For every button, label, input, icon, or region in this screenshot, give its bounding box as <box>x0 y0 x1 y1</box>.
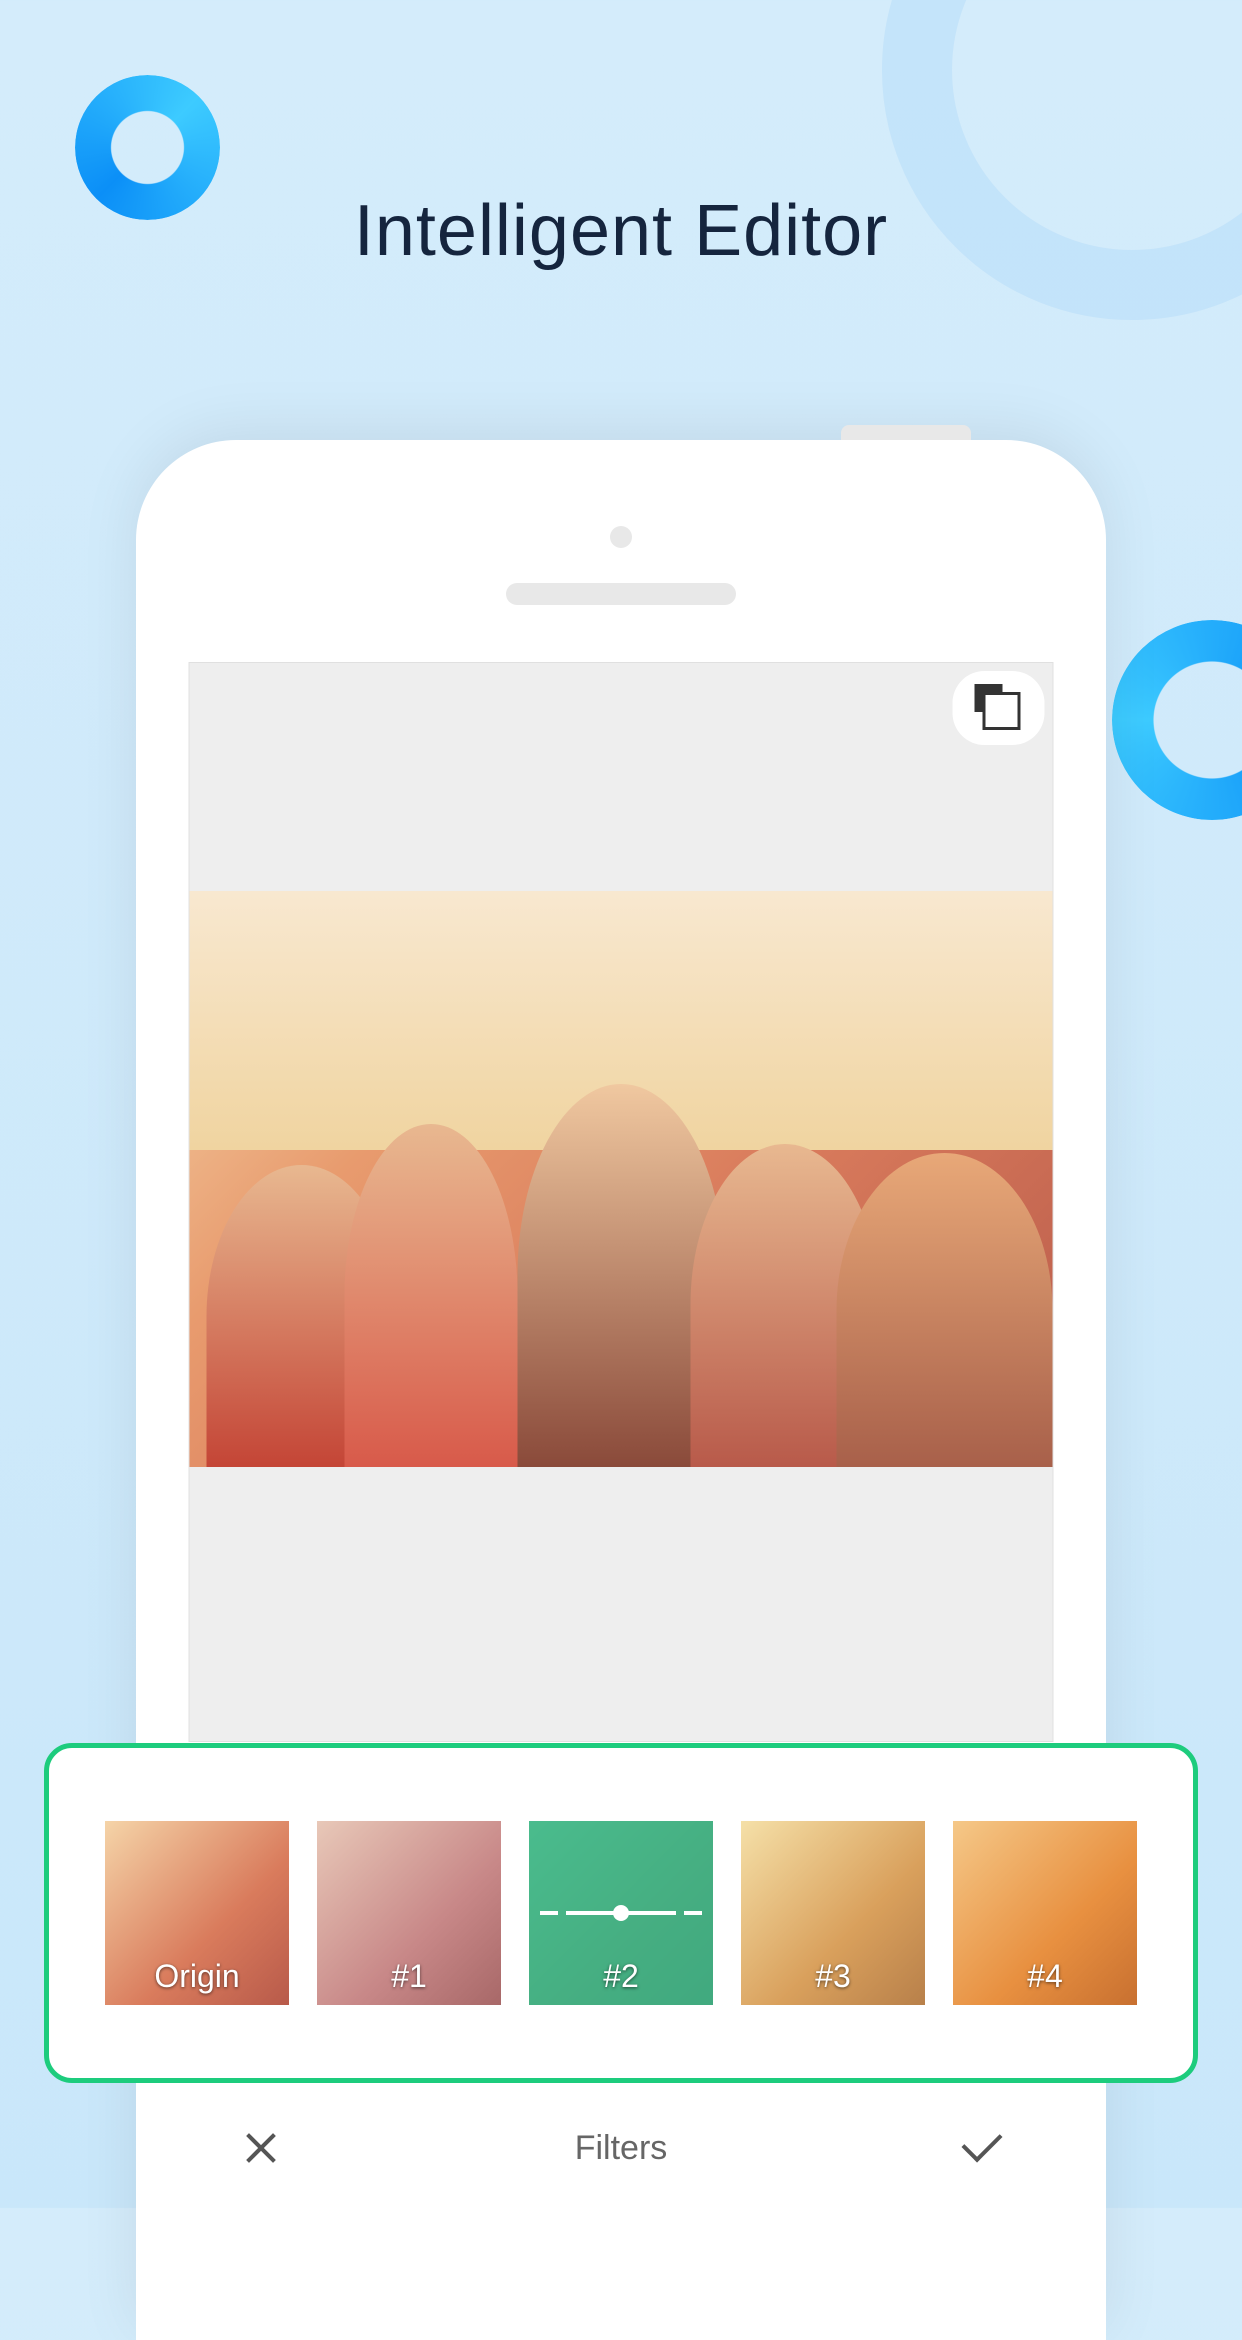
filter-thumb-2-selected[interactable]: #2 <box>529 1821 713 2005</box>
filter-label: #1 <box>391 1958 427 1995</box>
filter-thumb-origin[interactable]: Origin <box>105 1821 289 2005</box>
decorative-circle <box>882 0 1242 320</box>
filter-intensity-slider-icon <box>566 1911 676 1915</box>
filter-label: #4 <box>1027 1958 1063 1995</box>
filter-thumb-3[interactable]: #3 <box>741 1821 925 2005</box>
compare-button[interactable] <box>953 671 1045 745</box>
filter-label: #3 <box>815 1958 851 1995</box>
phone-power-button <box>841 425 971 440</box>
photo-content <box>190 1064 1053 1467</box>
compare-icon <box>979 688 1019 728</box>
filter-label: Origin <box>154 1958 239 1995</box>
filter-thumb-4[interactable]: #4 <box>953 1821 1137 2005</box>
filter-label: #2 <box>603 1958 639 1995</box>
main-photo-preview[interactable] <box>190 891 1053 1467</box>
decorative-circle <box>75 75 220 220</box>
bottom-toolbar: close Filters check <box>186 2088 1056 2208</box>
filter-strip: Origin #1 #2 #3 #4 <box>44 1743 1198 2083</box>
filter-thumb-1[interactable]: #1 <box>317 1821 501 2005</box>
editor-canvas <box>189 662 1054 1742</box>
confirm-button[interactable]: check <box>956 2123 1006 2173</box>
phone-camera-icon <box>610 526 632 548</box>
cancel-button[interactable]: close <box>236 2123 286 2173</box>
decorative-circle <box>1112 620 1242 820</box>
toolbar-title: Filters <box>575 2129 668 2168</box>
phone-speaker-icon <box>506 583 736 605</box>
page-title: Intelligent Editor <box>354 190 888 272</box>
